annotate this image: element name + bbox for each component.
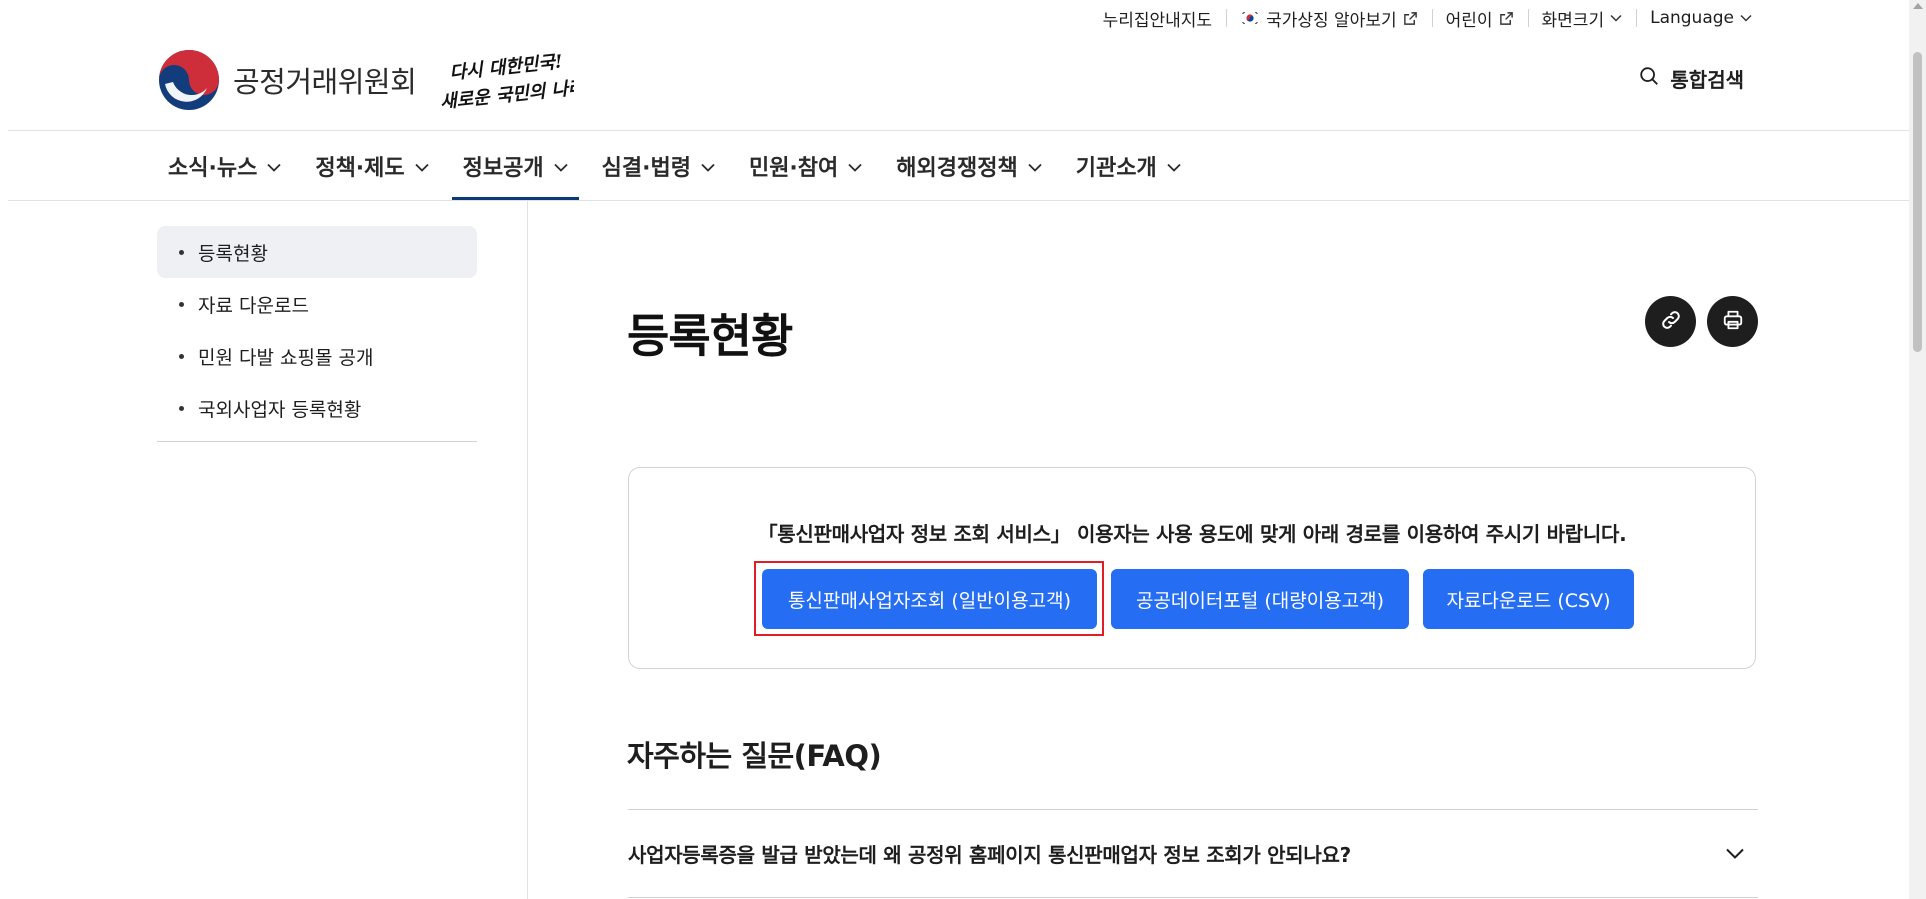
print-icon	[1722, 309, 1744, 335]
sidebar-item-complaint-malls[interactable]: 민원 다발 쇼핑몰 공개	[157, 330, 477, 382]
language-dropdown[interactable]: Language	[1636, 8, 1752, 28]
sidebar-item-foreign-business[interactable]: 국외사업자 등록현황	[157, 382, 477, 434]
bullet-icon	[179, 301, 184, 307]
chevron-down-icon	[1740, 14, 1752, 22]
chevron-down-icon	[267, 153, 281, 178]
chevron-down-icon	[1167, 153, 1181, 178]
chevron-down-icon	[701, 153, 715, 178]
svg-text:다시 대한민국!: 다시 대한민국!	[449, 51, 564, 84]
language-label: Language	[1650, 8, 1734, 28]
service-button-group: 통신판매사업자조회 (일반이용고객) 공공데이터포털 (대량이용고객) 자료다운…	[762, 569, 1634, 629]
font-size-dropdown[interactable]: 화면크기	[1528, 6, 1637, 31]
korea-flag-icon	[1240, 11, 1261, 25]
gnb-civil-service[interactable]: 민원·참여	[738, 131, 873, 200]
faq-item[interactable]: 사업자등록증을 발급 받았는데 왜 공정위 홈페이지 통신판매업자 정보 조회가…	[628, 809, 1758, 897]
kids-link[interactable]: 어린이	[1432, 6, 1528, 31]
link-icon	[1659, 308, 1683, 336]
button-label: 자료다운로드 (CSV)	[1446, 589, 1611, 612]
sidebar-item-label: 등록현황	[198, 242, 268, 265]
button-label: 공공데이터포털 (대량이용고객)	[1135, 589, 1385, 612]
button-label: 통신판매사업자조회 (일반이용고객)	[787, 589, 1072, 612]
bullet-icon	[179, 353, 184, 359]
business-lookup-button[interactable]: 통신판매사업자조회 (일반이용고객)	[762, 569, 1097, 629]
content-divider	[527, 201, 528, 899]
sidebar-item-data-download[interactable]: 자료 다운로드	[157, 278, 477, 330]
sitemap-link[interactable]: 누리집안내지도	[1089, 6, 1226, 31]
chevron-down-icon	[1726, 844, 1744, 863]
gnb-label: 해외경쟁정책	[896, 155, 1018, 181]
print-button[interactable]	[1707, 296, 1758, 347]
service-notice-text: 「통신판매사업자 정보 조회 서비스」 이용자는 사용 용도에 맞게 아래 경로…	[757, 522, 1627, 546]
sidebar-divider	[157, 441, 477, 442]
chevron-down-icon	[553, 153, 568, 178]
slogan-calligraphy: 다시 대한민국! 새로운 국민의 나라	[439, 51, 588, 113]
slogan: 다시 대한민국! 새로운 국민의 나라	[438, 50, 588, 114]
sidebar-item-registration-status[interactable]: 등록현황	[157, 226, 477, 278]
faq-title: 자주하는 질문(FAQ)	[627, 739, 882, 773]
faq-question: 사업자등록증을 발급 받았는데 왜 공정위 홈페이지 통신판매업자 정보 조회가…	[628, 842, 1351, 867]
gnb-label: 민원·참여	[748, 155, 839, 181]
sidebar-item-label: 민원 다발 쇼핑몰 공개	[198, 346, 374, 369]
national-symbol-label: 국가상징 알아보기	[1266, 10, 1397, 31]
search-button[interactable]: 통합검색	[1638, 64, 1744, 93]
gnb-label: 정책·제도	[315, 155, 405, 181]
gnb-info-disclosure[interactable]: 정보공개	[451, 131, 579, 201]
search-icon	[1638, 65, 1660, 92]
service-notice-box: 「통신판매사업자 정보 조회 서비스」 이용자는 사용 용도에 맞게 아래 경로…	[628, 467, 1756, 669]
sidebar-item-label: 국외사업자 등록현황	[198, 398, 362, 421]
gnb-label: 정보공개	[462, 155, 544, 181]
utility-bar: 누리집안내지도 국가상징 알아보기 어린이 화면크기 Language	[1089, 0, 1752, 36]
side-navigation: 등록현황 자료 다운로드 민원 다발 쇼핑몰 공개 국외사업자 등록현황	[157, 226, 477, 442]
chevron-down-icon	[415, 153, 429, 178]
org-name: 공정거래위원회	[233, 65, 417, 99]
kids-label: 어린이	[1445, 10, 1493, 31]
font-size-label: 화면크기	[1541, 10, 1605, 31]
page-scrollbar[interactable]	[1909, 0, 1926, 899]
ftc-logo-link[interactable]: 공정거래위원회	[157, 48, 417, 112]
nav-divider	[8, 200, 1926, 201]
search-label: 통합검색	[1670, 68, 1744, 92]
gnb-news[interactable]: 소식·뉴스	[157, 131, 292, 200]
external-link-icon	[1403, 11, 1418, 26]
copy-link-button[interactable]	[1645, 296, 1696, 347]
page-title: 등록현황	[627, 309, 793, 363]
gnb-label: 심결·법령	[601, 155, 691, 181]
scroll-up-icon[interactable]	[1913, 3, 1923, 9]
gnb-policy[interactable]: 정책·제도	[304, 131, 439, 200]
sitemap-label: 누리집안내지도	[1102, 10, 1213, 31]
national-symbol-link[interactable]: 국가상징 알아보기	[1226, 6, 1432, 31]
bullet-icon	[179, 405, 184, 411]
public-data-portal-button[interactable]: 공공데이터포털 (대량이용고객)	[1111, 569, 1409, 629]
government-emblem-icon	[159, 50, 219, 110]
chevron-down-icon	[1028, 153, 1042, 178]
gnb-label: 소식·뉴스	[168, 155, 258, 181]
main-navigation: 소식·뉴스 정책·제도 정보공개 심결·법령 민원·참여 해외경쟁정책 기관소개	[157, 131, 1204, 201]
sidebar-item-label: 자료 다운로드	[198, 294, 309, 317]
chevron-down-icon	[848, 153, 862, 178]
bullet-icon	[179, 249, 184, 255]
gnb-about[interactable]: 기관소개	[1065, 131, 1192, 200]
chevron-down-icon	[1610, 14, 1622, 22]
gnb-decisions[interactable]: 심결·법령	[591, 131, 726, 200]
faq-divider	[628, 897, 1758, 898]
scrollbar-thumb[interactable]	[1913, 52, 1922, 352]
gnb-label: 기관소개	[1075, 155, 1157, 181]
gnb-overseas-policy[interactable]: 해외경쟁정책	[885, 131, 1052, 200]
csv-download-button[interactable]: 자료다운로드 (CSV)	[1423, 569, 1634, 629]
external-link-icon	[1499, 11, 1514, 26]
